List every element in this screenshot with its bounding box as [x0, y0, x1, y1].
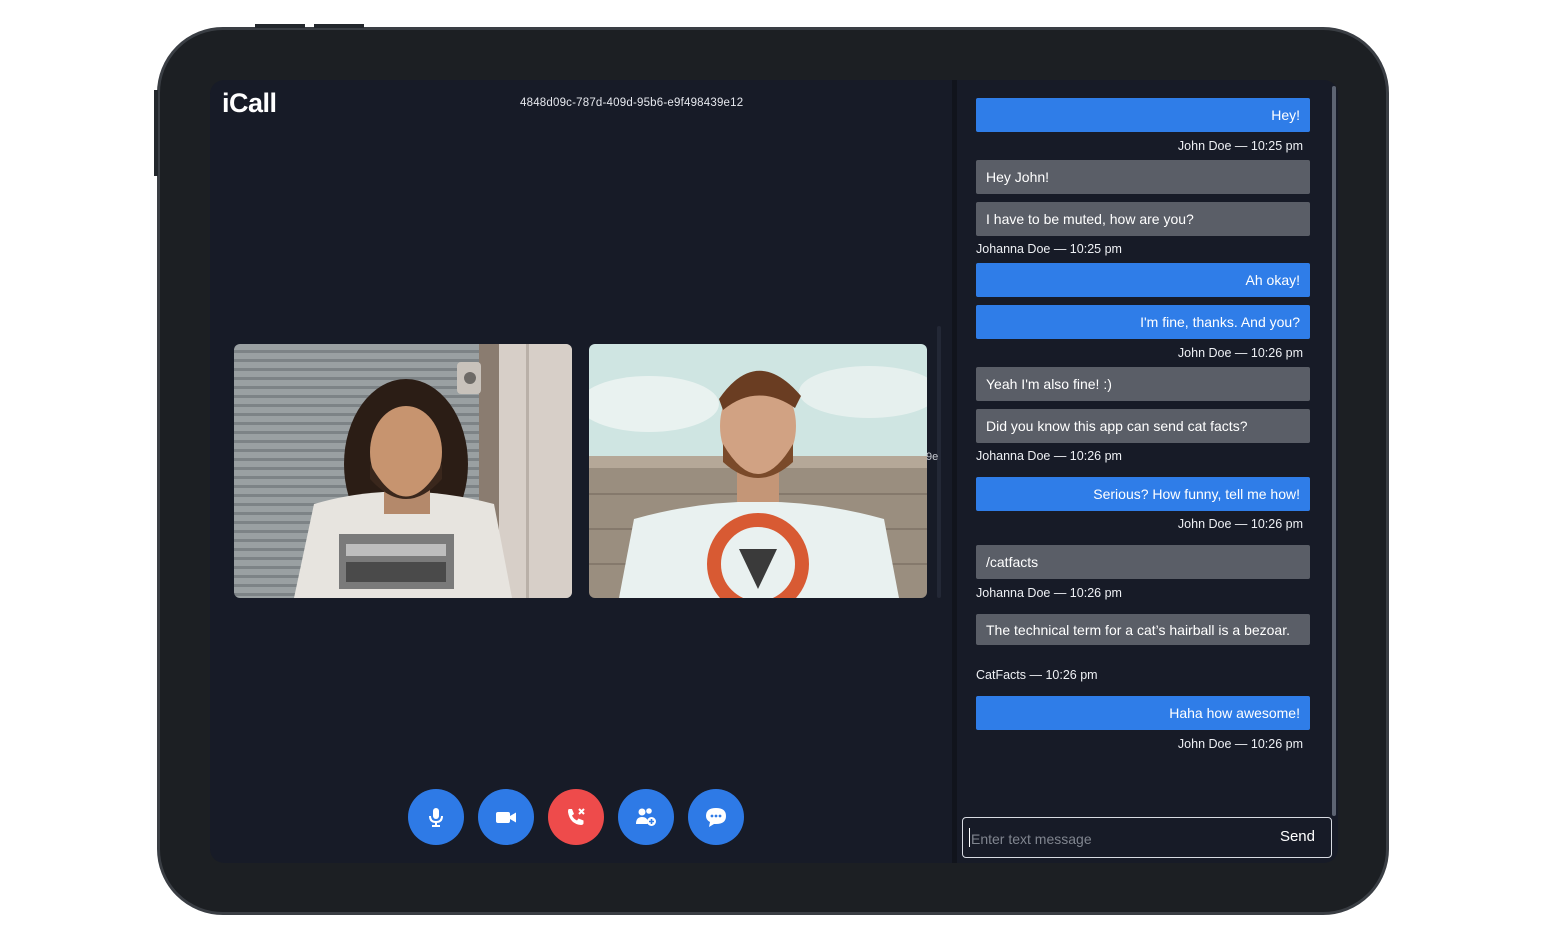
message-meta: Johanna Doe — 10:26 pm [976, 586, 1122, 600]
send-button[interactable]: Send [1280, 828, 1315, 845]
tablet-top-button-2 [314, 24, 364, 28]
participant-1-video-frame [234, 344, 572, 598]
chat-message: Haha how awesome! [976, 696, 1310, 730]
chat-message: Hey John! [976, 160, 1310, 194]
chat-panel: Hey! John Doe — 10:25 pm Hey John! I hav… [957, 80, 1338, 863]
camera-button[interactable] [478, 789, 534, 845]
chat-message: Did you know this app can send cat facts… [976, 409, 1310, 443]
clipped-label: 9e [926, 451, 939, 463]
mic-button[interactable] [408, 789, 464, 845]
chat-scrollbar[interactable] [1332, 86, 1336, 816]
video-tile-participant-1 [234, 344, 572, 598]
tablet-side-button [154, 90, 158, 176]
tablet-top-button-1 [255, 24, 305, 28]
message-input[interactable] [969, 818, 1263, 859]
participant-2-video-frame [589, 344, 927, 598]
chat-message: The technical term for a cat’s hairball … [976, 614, 1310, 645]
chat-message: Ah okay! [976, 263, 1310, 297]
chat-message: /catfacts [976, 545, 1310, 579]
call-controls [408, 789, 744, 845]
app-screen: iCall 4848d09c-787d-409d-95b6-e9f498439e… [210, 80, 1338, 863]
message-meta: John Doe — 10:26 pm [1177, 737, 1303, 751]
chat-bubble-icon [706, 808, 726, 827]
message-meta: John Doe — 10:26 pm [1177, 346, 1303, 360]
chat-message: I'm fine, thanks. And you? [976, 305, 1310, 339]
microphone-icon [429, 808, 443, 827]
video-camera-icon [496, 812, 516, 823]
chat-message: I have to be muted, how are you? [976, 202, 1310, 236]
chat-message: Hey! [976, 98, 1310, 132]
room-id: 4848d09c-787d-409d-95b6-e9f498439e12 [520, 97, 744, 109]
message-meta: Johanna Doe — 10:25 pm [976, 242, 1122, 256]
add-user-icon [636, 808, 656, 826]
message-input-box: Send [962, 817, 1332, 859]
hangup-button[interactable] [548, 789, 604, 845]
chat-message: Serious? How funny, tell me how! [976, 477, 1310, 511]
app-logo: iCall [222, 88, 277, 118]
phone-hangup-icon [568, 808, 585, 825]
chat-message: Yeah I'm also fine! :) [976, 367, 1310, 401]
call-area: iCall 4848d09c-787d-409d-95b6-e9f498439e… [210, 80, 952, 863]
message-meta: Johanna Doe — 10:26 pm [976, 449, 1122, 463]
chat-toggle-button[interactable] [688, 789, 744, 845]
message-meta: CatFacts — 10:26 pm [976, 668, 1098, 682]
video-tile-participant-2 [589, 344, 927, 598]
message-meta: John Doe — 10:25 pm [1177, 139, 1303, 153]
add-participant-button[interactable] [618, 789, 674, 845]
message-meta: John Doe — 10:26 pm [1177, 517, 1303, 531]
